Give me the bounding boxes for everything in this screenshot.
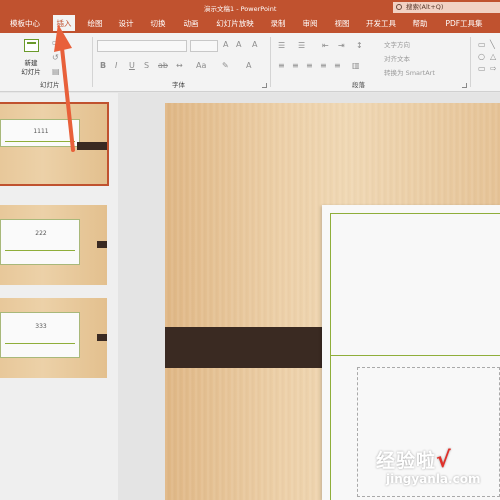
- slide-thumbnail-pane: 1111 222 333: [0, 93, 118, 500]
- text-direction-button[interactable]: 文字方向: [384, 39, 410, 49]
- align-text-button[interactable]: 对齐文本: [384, 53, 410, 63]
- slide-thumbnail-2[interactable]: 222: [0, 205, 107, 285]
- search-label: 搜索(Alt+Q): [406, 3, 444, 11]
- ribbon-divider: [92, 37, 93, 87]
- new-slide-icon[interactable]: [24, 39, 39, 52]
- paragraph-dialog-launcher-icon[interactable]: [462, 83, 467, 88]
- thumbnail-card: 1111: [0, 119, 80, 147]
- align-right-icon[interactable]: ≡: [306, 62, 313, 70]
- watermark: 经验啦√: [376, 446, 452, 473]
- paragraph-group-label: 段落: [352, 81, 365, 89]
- watermark-check-icon: √: [436, 448, 452, 473]
- shrink-font-icon[interactable]: A: [236, 41, 241, 49]
- case-icon[interactable]: Aa: [196, 62, 206, 70]
- ribbon-tabs: 模板中心 插入 绘图 设计 切换 动画 幻灯片放映 录制 审阅 视图 开发工具 …: [0, 15, 500, 33]
- title-bar: 演示文稿1 - PowerPoint 搜索(Alt+Q): [0, 0, 500, 15]
- tab-animations[interactable]: 动画: [181, 15, 201, 33]
- distributed-icon[interactable]: ≡: [334, 62, 341, 70]
- shape-rect-icon[interactable]: ▭: [478, 41, 486, 49]
- workspace: 1111 222 333: [0, 93, 500, 500]
- tab-draw[interactable]: 绘图: [85, 15, 105, 33]
- tab-template-center[interactable]: 模板中心: [6, 15, 44, 33]
- tab-review[interactable]: 审阅: [300, 15, 320, 33]
- tab-transitions[interactable]: 切换: [148, 15, 168, 33]
- thumbnail-bar: [97, 334, 107, 341]
- thumbnail-bar: [77, 142, 107, 150]
- section-icon[interactable]: ▤: [52, 68, 60, 76]
- new-slide-button[interactable]: 新建 幻灯片: [17, 59, 45, 77]
- thumbnail-bar: [97, 241, 107, 248]
- font-dialog-launcher-icon[interactable]: [262, 83, 267, 88]
- convert-smartart-button[interactable]: 转换为 SmartArt: [384, 67, 435, 77]
- shape-circle-icon[interactable]: ○: [478, 53, 485, 61]
- thumbnail-line: [5, 250, 75, 251]
- watermark-text: 经验啦: [376, 450, 437, 472]
- shape-arrow-icon[interactable]: ⇨: [490, 65, 497, 73]
- tab-slideshow[interactable]: 幻灯片放映: [214, 15, 256, 33]
- ribbon-divider: [470, 37, 471, 87]
- tab-pdf-tools[interactable]: PDF工具集: [443, 15, 485, 33]
- shape-line-icon[interactable]: ╲: [490, 41, 495, 49]
- align-left-icon[interactable]: ≡: [278, 62, 285, 70]
- font-color-icon[interactable]: A: [246, 62, 251, 70]
- thumbnail-text: 222: [35, 230, 47, 237]
- thumbnail-text: 333: [35, 323, 47, 330]
- font-size-dropdown[interactable]: [190, 40, 218, 52]
- tab-view[interactable]: 视图: [332, 15, 352, 33]
- decrease-indent-icon[interactable]: ⇤: [322, 42, 329, 50]
- thumbnail-card: 333: [0, 312, 80, 358]
- justify-icon[interactable]: ≡: [320, 62, 327, 70]
- shadow-button[interactable]: S: [144, 62, 149, 70]
- columns-icon[interactable]: ▥: [352, 62, 360, 70]
- thumbnail-text: 1111: [33, 128, 49, 135]
- watermark-url: jingyanla.com: [386, 472, 481, 486]
- ribbon: 新建 幻灯片 ▭ ↺ ▤ 幻灯片 A A A B I U S ab ↔ Aa ✎…: [0, 33, 500, 92]
- slide-thumbnail-3[interactable]: 333: [0, 298, 107, 378]
- clear-format-icon[interactable]: A: [252, 41, 257, 49]
- thumbnail-card: 222: [0, 219, 80, 265]
- tab-record[interactable]: 录制: [268, 15, 288, 33]
- slides-group-label: 幻灯片: [40, 81, 60, 89]
- slide-dark-bar[interactable]: [165, 327, 343, 368]
- spacing-icon[interactable]: ↔: [176, 62, 183, 70]
- powerpoint-window: 演示文稿1 - PowerPoint 搜索(Alt+Q) 模板中心 插入 绘图 …: [0, 0, 500, 500]
- underline-button[interactable]: U: [129, 62, 135, 70]
- shape-rect2-icon[interactable]: ▭: [478, 65, 486, 73]
- thumbnail-line: [5, 343, 75, 344]
- font-name-dropdown[interactable]: [97, 40, 187, 52]
- highlight-icon[interactable]: ✎: [222, 62, 229, 70]
- reset-icon[interactable]: ↺: [52, 54, 59, 62]
- line-spacing-icon[interactable]: ↕: [356, 42, 363, 50]
- font-group-label: 字体: [172, 81, 185, 89]
- tab-design[interactable]: 设计: [116, 15, 136, 33]
- shape-triangle-icon[interactable]: △: [490, 53, 496, 61]
- bullets-icon[interactable]: ☰: [278, 42, 285, 50]
- layout-icon[interactable]: ▭: [52, 39, 60, 47]
- numbering-icon[interactable]: ☰: [298, 42, 305, 50]
- ribbon-divider: [270, 37, 271, 87]
- grow-font-icon[interactable]: A: [223, 41, 228, 49]
- window-title: 演示文稿1 - PowerPoint: [204, 5, 277, 13]
- search-box[interactable]: 搜索(Alt+Q): [393, 2, 500, 13]
- increase-indent-icon[interactable]: ⇥: [338, 42, 345, 50]
- slide-thumbnail-1[interactable]: 1111: [0, 102, 109, 186]
- tab-insert[interactable]: 插入: [53, 15, 75, 33]
- bold-button[interactable]: B: [100, 62, 106, 70]
- strikethrough-button[interactable]: ab: [158, 62, 168, 70]
- tab-developer[interactable]: 开发工具: [364, 15, 398, 33]
- slide-canvas[interactable]: [165, 103, 500, 500]
- search-icon: [396, 4, 402, 10]
- thumbnail-line: [5, 141, 75, 142]
- tab-help[interactable]: 帮助: [410, 15, 430, 33]
- slide-card-divider: [330, 355, 500, 356]
- align-center-icon[interactable]: ≡: [292, 62, 299, 70]
- italic-button[interactable]: I: [115, 62, 117, 70]
